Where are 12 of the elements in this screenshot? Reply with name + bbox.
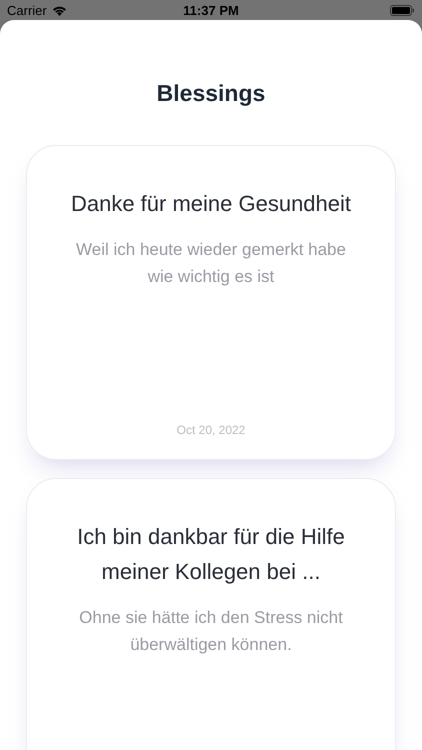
card-text: Weil ich heute wieder gemerkt habe wie wichtig es ist	[75, 239, 347, 288]
page-title: Blessings	[156, 80, 266, 107]
carrier-label: Carrier	[7, 2, 47, 18]
battery-icon	[390, 4, 415, 16]
blessing-card[interactable]: Ich bin dankbar für die Hilfe meiner Kollegen bei ... Ohne sie hätte ich den Stress nicht überwältigen können.	[26, 478, 396, 750]
card-date: Oct 20, 2022	[176, 423, 246, 437]
wifi-icon	[52, 4, 67, 16]
card-text: Ohne sie hätte ich den Stress nicht überwältigen können.	[78, 607, 344, 656]
card-title: Danke für meine Gesundheit	[70, 190, 352, 218]
blessing-card[interactable]: Danke für meine Gesundheit Weil ich heute wieder gemerkt habe wie wichtig es ist Oct 20, 2022	[26, 145, 396, 460]
card-title: Ich bin dankbar für die Hilfe meiner Kollegen bei ...	[76, 523, 346, 586]
status-time: 11:37 PM	[183, 2, 239, 18]
